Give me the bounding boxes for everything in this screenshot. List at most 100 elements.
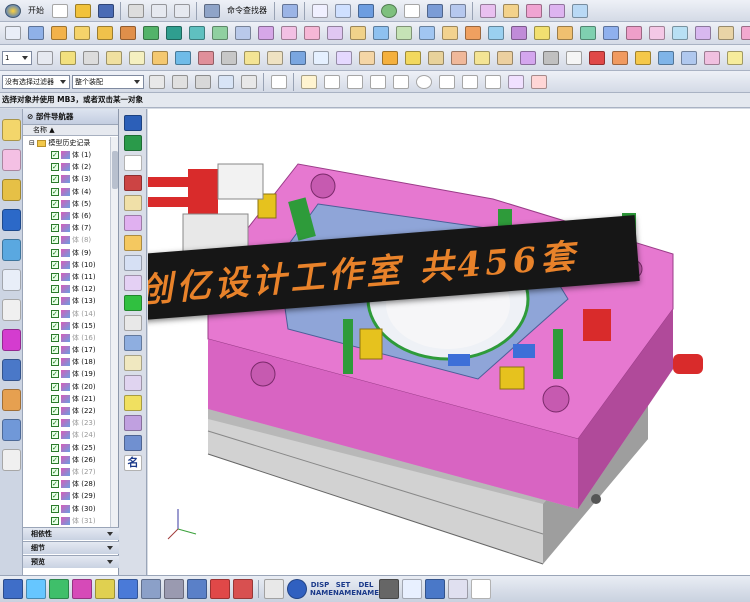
shell-icon[interactable] [324, 23, 345, 43]
revolve-icon[interactable] [48, 23, 69, 43]
move-down-icon[interactable] [124, 115, 142, 131]
layer-icon[interactable] [141, 579, 161, 599]
hole-icon[interactable] [71, 23, 92, 43]
extrude-icon[interactable] [25, 23, 46, 43]
dependencies-panel[interactable]: 相依性 [23, 527, 119, 540]
body-node[interactable]: 体 (4) [23, 186, 119, 198]
draft-icon[interactable] [347, 23, 368, 43]
surface-2-icon[interactable] [500, 1, 521, 21]
sketch-icon[interactable] [2, 23, 23, 43]
body-node[interactable]: 体 (23) [23, 417, 119, 429]
clamp-icon[interactable] [124, 375, 142, 391]
casting-process-icon[interactable] [701, 48, 722, 68]
ejector-pin-icon[interactable] [264, 48, 285, 68]
unite-icon[interactable] [140, 23, 161, 43]
pin-tool-icon[interactable] [124, 435, 142, 451]
plate-icon[interactable] [124, 255, 142, 271]
body-node[interactable]: 体 (3) [23, 173, 119, 185]
shrinkage-icon[interactable] [149, 48, 170, 68]
pocket-icon[interactable] [117, 23, 138, 43]
reuse-library-tab-icon[interactable] [2, 179, 21, 201]
details-panel[interactable]: 细节 [23, 541, 119, 554]
section-view-icon[interactable] [447, 1, 468, 21]
block-icon[interactable] [124, 215, 142, 231]
select-region-icon[interactable] [49, 579, 69, 599]
body-node[interactable]: 体 (10) [23, 259, 119, 271]
visibility-checkbox[interactable] [51, 381, 59, 393]
delete-face-icon[interactable] [531, 23, 552, 43]
visibility-checkbox[interactable] [51, 442, 59, 454]
sketch-plane-icon[interactable] [26, 579, 46, 599]
roles-tab-icon[interactable] [2, 389, 21, 411]
visibility-checkbox[interactable] [51, 259, 59, 271]
body-node[interactable]: 体 (12) [23, 283, 119, 295]
undo-icon[interactable] [148, 1, 169, 21]
system-scenes-tab-icon[interactable] [2, 419, 21, 441]
surface-5-icon[interactable] [569, 1, 590, 21]
gear-icon[interactable] [124, 315, 142, 331]
point-on-curve-icon[interactable] [482, 72, 503, 92]
paint-select-icon[interactable] [192, 72, 213, 92]
split-body-icon[interactable] [232, 23, 253, 43]
body-node[interactable]: 体 (22) [23, 405, 119, 417]
control-point-icon[interactable] [367, 72, 388, 92]
family-mold-icon[interactable] [724, 48, 745, 68]
visibility-checkbox[interactable] [51, 503, 59, 515]
body-node[interactable]: 体 (18) [23, 356, 119, 368]
layout-icon[interactable] [126, 48, 147, 68]
fill-icon[interactable] [646, 23, 667, 43]
body-node[interactable]: 体 (20) [23, 381, 119, 393]
layer-settings-icon[interactable] [34, 48, 55, 68]
mirror-icon[interactable] [393, 23, 414, 43]
graphics-window[interactable]: 创亿设计工作室 共456套 [148, 109, 750, 575]
cylinder-icon[interactable] [124, 195, 142, 211]
midpoint-icon[interactable] [344, 72, 365, 92]
visibility-checkbox[interactable] [51, 466, 59, 478]
mold-design-icon[interactable] [678, 48, 699, 68]
visibility-checkbox[interactable] [51, 271, 59, 283]
parting-icon[interactable] [195, 48, 216, 68]
visibility-checkbox[interactable] [51, 478, 59, 490]
visibility-checkbox[interactable] [51, 283, 59, 295]
pocket-mold-icon[interactable] [448, 48, 469, 68]
navigator-scrollbar[interactable] [110, 137, 118, 527]
split-icon[interactable] [233, 579, 253, 599]
replace-face-icon[interactable] [485, 23, 506, 43]
bottle-icon[interactable] [379, 579, 399, 599]
green-tool-icon[interactable] [124, 135, 142, 151]
visibility-checkbox[interactable] [51, 149, 59, 161]
set-name-button[interactable]: SET NAME [333, 581, 356, 597]
visibility-checkbox[interactable] [51, 344, 59, 356]
visibility-checkbox[interactable] [51, 295, 59, 307]
save-icon[interactable] [95, 1, 116, 21]
runner-icon[interactable] [356, 48, 377, 68]
rename-icon[interactable]: 名 [124, 455, 142, 471]
disp-name-button[interactable]: DISP NAME [310, 581, 333, 597]
redo-icon[interactable] [171, 1, 192, 21]
wrap-icon[interactable] [462, 23, 483, 43]
visibility-checkbox[interactable] [51, 405, 59, 417]
electrode-icon[interactable] [402, 48, 423, 68]
body-node[interactable]: 体 (27) [23, 466, 119, 478]
surface-1-icon[interactable] [477, 1, 498, 21]
body-node[interactable]: 体 (26) [23, 454, 119, 466]
visibility-checkbox[interactable] [51, 161, 59, 173]
new-file-icon[interactable] [49, 1, 70, 21]
visibility-checkbox[interactable] [51, 429, 59, 441]
projected-area-icon[interactable] [655, 48, 676, 68]
prism-icon[interactable] [124, 175, 142, 191]
arrow-icon[interactable] [264, 579, 284, 599]
mold-csys-icon[interactable] [80, 48, 101, 68]
body-node[interactable]: 体 (29) [23, 490, 119, 502]
body-node[interactable]: 体 (19) [23, 368, 119, 380]
open-folder-icon[interactable] [72, 1, 93, 21]
next-arrow-icon[interactable] [471, 579, 491, 599]
wedge-icon[interactable] [124, 235, 142, 251]
body-node[interactable]: 体 (5) [23, 198, 119, 210]
intersection-icon[interactable] [390, 72, 411, 92]
wrench-icon[interactable] [425, 579, 445, 599]
workpiece-icon[interactable] [103, 48, 124, 68]
layer-dropdown[interactable]: 1 [2, 50, 32, 65]
body-node[interactable]: 体 (6) [23, 210, 119, 222]
swept-icon[interactable] [692, 23, 713, 43]
